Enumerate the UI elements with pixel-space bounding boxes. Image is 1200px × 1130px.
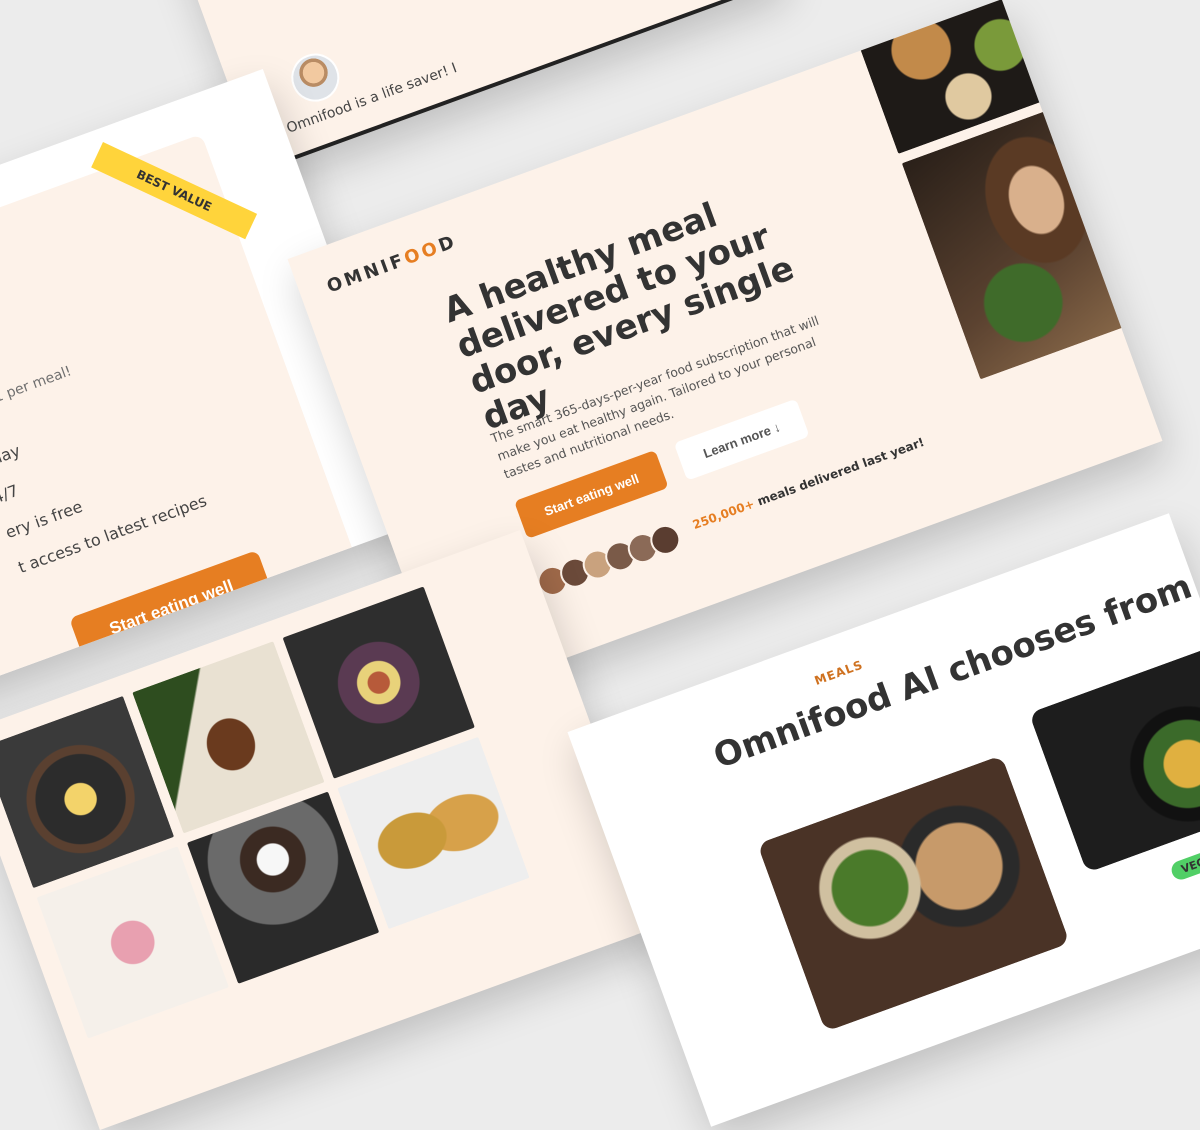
best-value-ribbon: BEST VALUE	[91, 142, 258, 240]
plan-features: r day 4/7 ery is free t access to latest…	[0, 387, 215, 594]
plan-price: 9	[0, 307, 10, 383]
logo-text: OMNIF	[324, 249, 409, 298]
vegan-tag: VEG	[1168, 848, 1200, 883]
omnifood-logo[interactable]: OMNIFOOD	[324, 231, 460, 298]
mockup-scene: Omnifood is a life saver! I BEST VALUE 9…	[0, 0, 1200, 1130]
customer-avatars	[533, 520, 685, 601]
meal-image[interactable]	[757, 755, 1070, 1032]
meal-image[interactable]	[1028, 631, 1200, 873]
price-per-meal: st $11 per meal!	[0, 363, 74, 418]
customer-avatar	[284, 46, 347, 109]
section-eyebrow: MEALS	[812, 657, 866, 688]
delivered-count: 250,000+	[690, 496, 757, 533]
woman-eating-image	[901, 98, 1160, 380]
